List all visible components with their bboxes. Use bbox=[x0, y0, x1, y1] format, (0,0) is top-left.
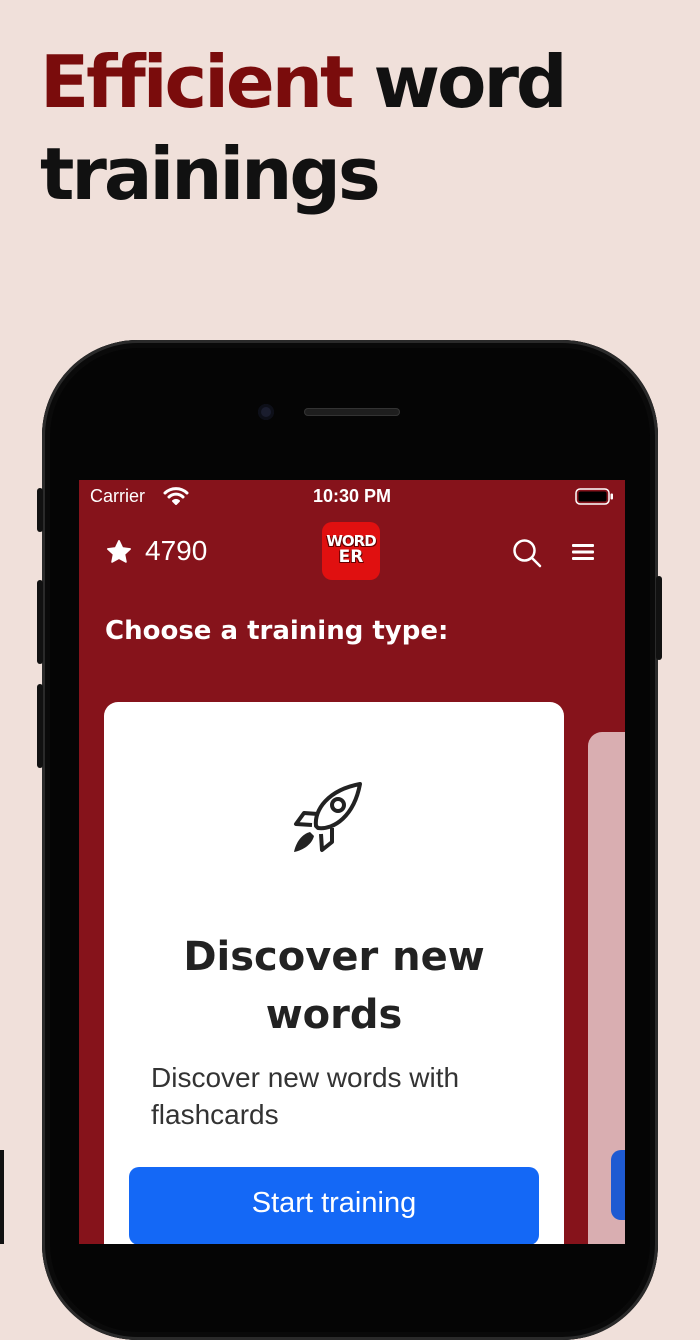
front-camera bbox=[258, 404, 274, 420]
rocket-icon bbox=[288, 780, 364, 861]
battery-icon bbox=[575, 488, 613, 505]
card-title: Discover new words bbox=[183, 934, 485, 1038]
next-card-button[interactable] bbox=[611, 1150, 625, 1220]
device-stand bbox=[0, 1150, 4, 1244]
volume-up-button bbox=[37, 580, 43, 664]
card-description: Discover new words with flashcards bbox=[151, 1062, 460, 1130]
section-title: Choose a training type: bbox=[105, 616, 449, 646]
headline-word: word bbox=[373, 40, 567, 124]
menu-icon[interactable] bbox=[571, 542, 595, 567]
app-logo: WORD ER bbox=[322, 522, 380, 580]
earpiece-speaker bbox=[304, 408, 400, 416]
marketing-headline: Efficient word trainings bbox=[40, 36, 660, 220]
headline-line2: trainings bbox=[40, 132, 381, 216]
volume-down-button bbox=[37, 684, 43, 768]
mute-switch bbox=[37, 488, 43, 532]
logo-text-line2: ER bbox=[338, 547, 364, 567]
power-button bbox=[656, 576, 662, 660]
status-bar: Carrier 10:30 PM bbox=[79, 480, 625, 514]
score-value: 4790 bbox=[145, 535, 208, 566]
app-screen: Carrier 10:30 PM 4790 WORD ER Choose a t… bbox=[79, 480, 625, 1244]
search-icon[interactable] bbox=[511, 537, 543, 574]
headline-accent: Efficient bbox=[40, 40, 354, 124]
start-training-button[interactable]: Start training bbox=[129, 1167, 539, 1244]
star-icon bbox=[105, 538, 133, 571]
status-time: 10:30 PM bbox=[312, 486, 392, 506]
training-card[interactable]: Discover new words Discover new words wi… bbox=[104, 702, 564, 1244]
